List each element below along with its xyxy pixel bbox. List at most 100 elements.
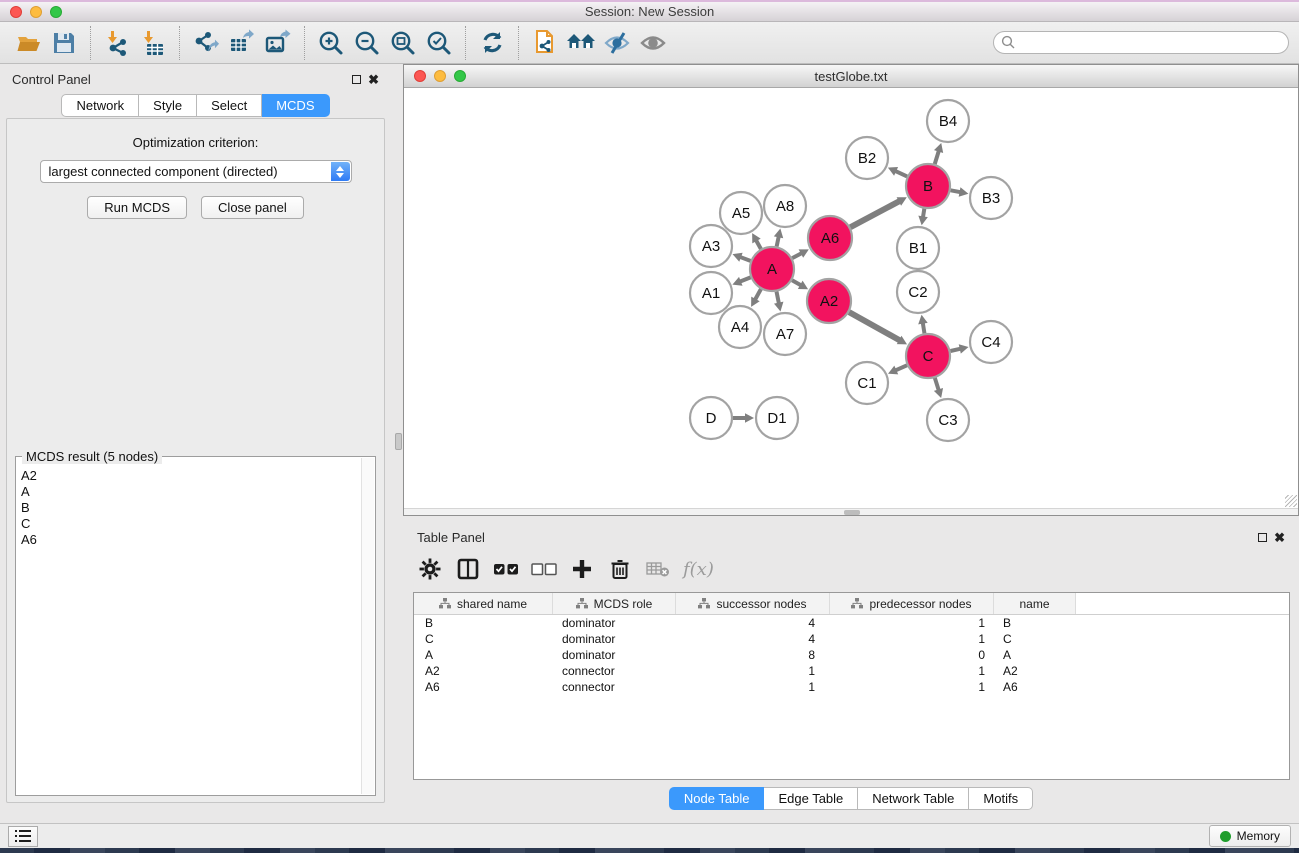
table-panel: Table Panel ✖: [403, 522, 1299, 823]
graph-node-B[interactable]: B: [906, 164, 950, 208]
home-pages-icon[interactable]: [563, 25, 599, 61]
export-table-icon[interactable]: [224, 25, 260, 61]
svg-text:A1: A1: [702, 285, 720, 302]
import-table-icon[interactable]: [135, 25, 171, 61]
column-header-successor-nodes[interactable]: successor nodes: [676, 593, 830, 614]
graph-node-A5[interactable]: A5: [720, 192, 762, 234]
graph-node-B2[interactable]: B2: [846, 137, 888, 179]
result-item[interactable]: C: [17, 516, 361, 532]
graph-node-A[interactable]: A: [750, 247, 794, 291]
tab-motifs[interactable]: Motifs: [969, 787, 1033, 810]
table-row[interactable]: Cdominator41C: [414, 631, 1289, 647]
export-network-icon[interactable]: [188, 25, 224, 61]
save-session-icon[interactable]: [46, 25, 82, 61]
column-header-mcds-role[interactable]: MCDS role: [553, 593, 676, 614]
export-image-icon[interactable]: [260, 25, 296, 61]
zoom-selected-icon[interactable]: [421, 25, 457, 61]
tab-style[interactable]: Style: [139, 94, 197, 117]
splitter-handle[interactable]: [395, 433, 402, 450]
graph-node-B1[interactable]: B1: [897, 227, 939, 269]
table-row[interactable]: Bdominator41B: [414, 615, 1289, 631]
graph-node-A1[interactable]: A1: [690, 272, 732, 314]
graph-node-C1[interactable]: C1: [846, 362, 888, 404]
main-toolbar: [0, 22, 1299, 64]
delete-table-icon[interactable]: [641, 552, 675, 586]
tab-edge-table[interactable]: Edge Table: [764, 787, 858, 810]
graph-node-A6[interactable]: A6: [808, 216, 852, 260]
close-table-panel-icon[interactable]: ✖: [1274, 533, 1285, 542]
namespace-icon: [851, 598, 863, 609]
search-input[interactable]: [1016, 32, 1288, 53]
result-item[interactable]: B: [17, 500, 361, 516]
table-row[interactable]: A2connector11A2: [414, 663, 1289, 679]
network-canvas[interactable]: B4 B2 B B3 A5 A8 A6 A3 B1 A A1 C2 A2 A4A7 C4 C C1 D D1 C3: [404, 88, 1298, 508]
result-scrollbar[interactable]: [361, 458, 374, 794]
tab-network-table[interactable]: Network Table: [858, 787, 969, 810]
close-panel-icon[interactable]: ✖: [368, 75, 379, 84]
graph-node-D[interactable]: D: [690, 397, 732, 439]
delete-columns-icon[interactable]: [603, 552, 637, 586]
tab-mcds[interactable]: MCDS: [262, 94, 329, 117]
search-field[interactable]: [993, 31, 1289, 54]
column-header-shared-name[interactable]: shared name: [414, 593, 553, 614]
result-item[interactable]: A6: [17, 532, 361, 548]
tab-network[interactable]: Network: [61, 94, 139, 117]
control-panel: Control Panel ✖ Network Style Select MCD…: [0, 64, 391, 823]
graph-node-A3[interactable]: A3: [690, 225, 732, 267]
result-item[interactable]: A: [17, 484, 361, 500]
graph-node-B3[interactable]: B3: [970, 177, 1012, 219]
show-columns-icon[interactable]: [451, 552, 485, 586]
memory-button[interactable]: Memory: [1209, 825, 1291, 847]
table-row[interactable]: Adominator80A: [414, 647, 1289, 663]
function-builder-icon[interactable]: f(x): [683, 559, 714, 580]
network-graph[interactable]: B4 B2 B B3 A5 A8 A6 A3 B1 A A1 C2 A2 A4A7 C4 C C1 D D1 C3: [404, 88, 1298, 508]
hide-eye-icon[interactable]: [599, 25, 635, 61]
open-session-icon[interactable]: [10, 25, 46, 61]
table-row[interactable]: A6connector11A6: [414, 679, 1289, 695]
show-eye-icon[interactable]: [635, 25, 671, 61]
column-header-predecessor-nodes[interactable]: predecessor nodes: [830, 593, 994, 614]
svg-text:A8: A8: [776, 198, 794, 215]
float-panel-icon[interactable]: [352, 75, 361, 84]
resize-grip-icon[interactable]: [1285, 495, 1297, 507]
run-mcds-button[interactable]: Run MCDS: [87, 196, 187, 219]
criterion-dropdown[interactable]: largest connected component (directed): [40, 160, 352, 183]
graph-node-C[interactable]: C: [906, 334, 950, 378]
graph-node-D1[interactable]: D1: [756, 397, 798, 439]
graph-node-A4[interactable]: A4: [719, 306, 761, 348]
svg-text:C: C: [923, 348, 934, 365]
add-column-icon[interactable]: [565, 552, 599, 586]
refresh-layout-icon[interactable]: [474, 25, 510, 61]
zoom-in-icon[interactable]: [313, 25, 349, 61]
criterion-value: largest connected component (directed): [41, 164, 278, 179]
settings-gear-icon[interactable]: [413, 552, 447, 586]
svg-text:B3: B3: [982, 190, 1000, 207]
graph-node-A7[interactable]: A7: [764, 313, 806, 355]
column-header-name[interactable]: name: [994, 593, 1076, 614]
mcds-result-list[interactable]: A2ABCA6: [17, 458, 361, 794]
zoom-fit-icon[interactable]: [385, 25, 421, 61]
graph-node-A8[interactable]: A8: [764, 185, 806, 227]
result-item[interactable]: A2: [17, 468, 361, 484]
tab-select[interactable]: Select: [197, 94, 262, 117]
close-panel-button[interactable]: Close panel: [201, 196, 304, 219]
toolbar-separator: [465, 26, 466, 60]
graph-node-A2[interactable]: A2: [807, 279, 851, 323]
select-all-columns-icon[interactable]: [489, 552, 523, 586]
tab-node-table[interactable]: Node Table: [669, 787, 765, 810]
toolbar-separator: [518, 26, 519, 60]
svg-text:B: B: [923, 178, 933, 195]
graph-node-B4[interactable]: B4: [927, 100, 969, 142]
task-history-button[interactable]: [8, 826, 38, 847]
zoom-out-icon[interactable]: [349, 25, 385, 61]
network-hscrollbar[interactable]: [404, 508, 1298, 515]
import-network-icon[interactable]: [99, 25, 135, 61]
deselect-all-columns-icon[interactable]: [527, 552, 561, 586]
graph-node-C2[interactable]: C2: [897, 271, 939, 313]
table-header-row: shared name MCDS role successor nodes pr…: [414, 593, 1289, 615]
graph-node-C3[interactable]: C3: [927, 399, 969, 441]
namespace-icon: [698, 598, 710, 609]
float-table-panel-icon[interactable]: [1258, 533, 1267, 542]
network-from-document-icon[interactable]: [527, 25, 563, 61]
graph-node-C4[interactable]: C4: [970, 321, 1012, 363]
